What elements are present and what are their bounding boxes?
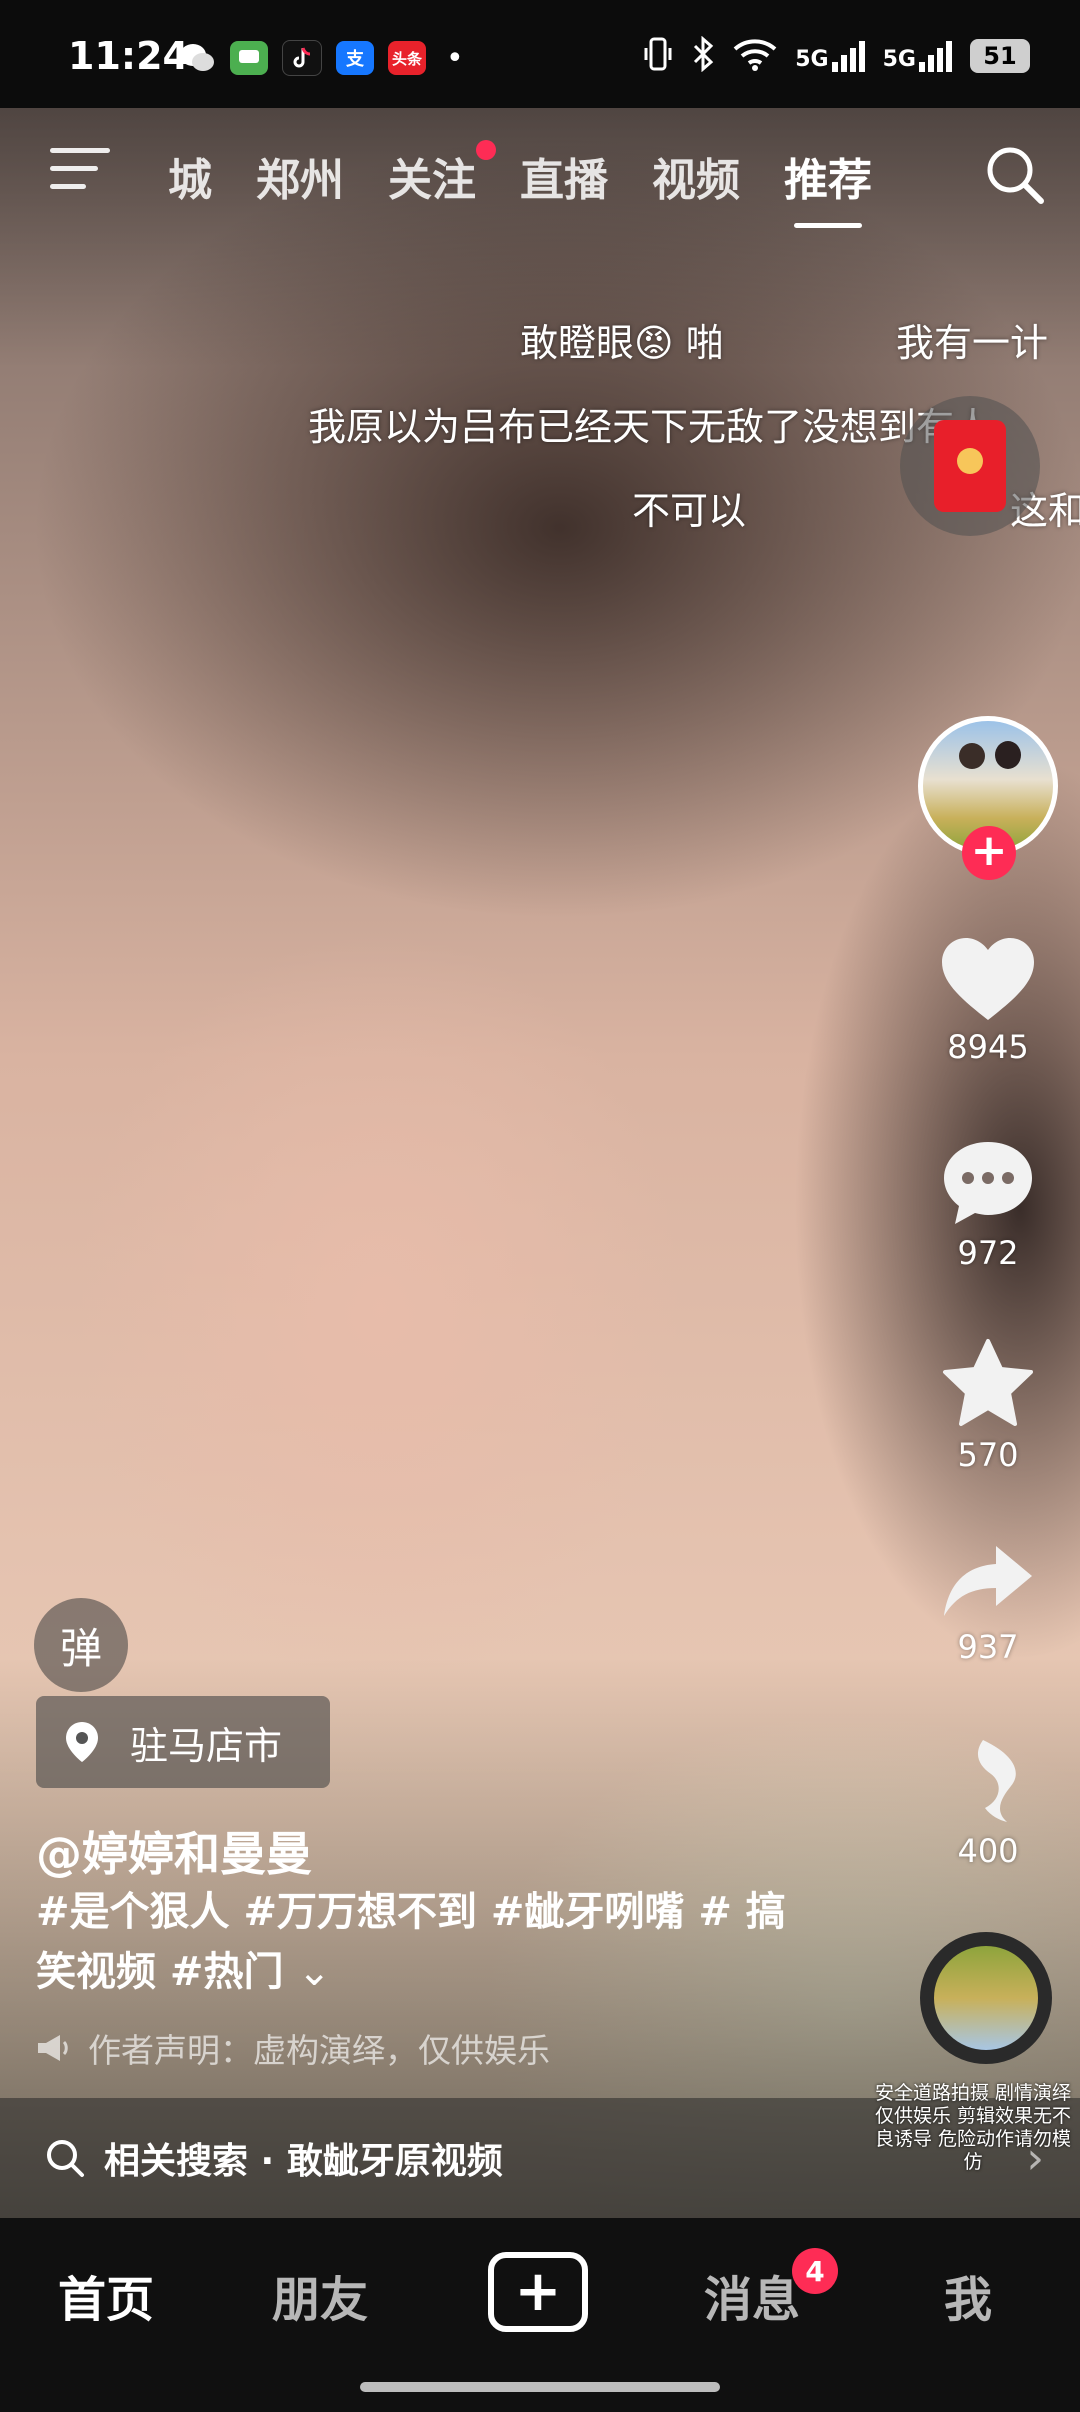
location-label: 驻马店市 (130, 1723, 283, 1768)
author-name[interactable]: @婷婷和曼曼 (36, 1818, 312, 1884)
signal-2: 5G (883, 40, 952, 72)
messages-badge: 4 (792, 2248, 838, 2294)
messages-icon (230, 41, 268, 75)
bottom-nav: 首页 朋友 + 消息 4 我 (0, 2218, 1080, 2412)
search-icon[interactable] (982, 142, 1048, 208)
danmaku-toggle[interactable]: 弹 (34, 1598, 128, 1692)
favorite-count: 570 (957, 1436, 1019, 1474)
nav-me[interactable]: 我 (944, 2260, 992, 2330)
status-right: 5G 5G 51 (643, 35, 1030, 76)
share-icon (944, 1546, 1032, 1616)
tab-following-label: 关注 (388, 155, 476, 206)
share-count: 937 (957, 1628, 1019, 1666)
status-bar: 11:24 支 头条 • 5G 5G 51 (0, 0, 1080, 108)
like-count: 8945 (947, 1028, 1029, 1066)
music-disc[interactable] (920, 1932, 1052, 2064)
danmaku-comment: 我原以为吕布已经天下无敌了没想到有人 (308, 405, 993, 449)
video-description[interactable]: #是个狠人 #万万想不到 #龇牙咧嘴 # 搞笑视频 #热门 ⌄ (36, 1882, 796, 2002)
menu-icon[interactable] (50, 148, 110, 194)
author-notice: 作者声明：虚构演绎，仅供娱乐 (36, 2024, 550, 2072)
more-notifications-dot: • (446, 40, 464, 76)
tiktok-icon (282, 40, 322, 76)
search-icon (47, 2140, 84, 2177)
comment-count: 972 (957, 1234, 1019, 1272)
signal-bars-icon (831, 40, 865, 72)
heart-icon (942, 938, 1034, 1020)
expand-chevron-icon[interactable]: ⌄ (297, 1942, 331, 2002)
danmaku-comment: 不可以 (632, 489, 747, 533)
feed-tabs: 城 郑州 关注 直播 视频 推荐 (168, 140, 872, 228)
description-text: #是个狠人 #万万想不到 #龇牙咧嘴 # 搞笑视频 #热门 (36, 1889, 786, 1995)
comment-icon (944, 1142, 1032, 1224)
wechat-icon (178, 41, 216, 75)
comment-button[interactable]: 972 (920, 1138, 1056, 1272)
status-time: 11:24 (68, 34, 189, 78)
like-button[interactable]: 8945 (920, 936, 1056, 1066)
create-post-button[interactable]: + (488, 2252, 588, 2332)
vibrate-icon (643, 36, 673, 76)
signal-bars-icon (919, 40, 952, 72)
danmaku-comment: 敢瞪眼😡 啪 (520, 321, 724, 365)
bluetooth-icon (691, 35, 715, 76)
tab-city[interactable]: 城 (168, 144, 212, 208)
new-content-dot (476, 140, 496, 160)
tab-following[interactable]: 关注 (388, 140, 496, 208)
star-icon (943, 1339, 1033, 1426)
tab-recommended[interactable]: 推荐 (784, 144, 872, 228)
nav-friends[interactable]: 朋友 (272, 2260, 368, 2330)
toutiao-icon: 头条 (388, 41, 426, 75)
tab-video[interactable]: 视频 (652, 144, 740, 208)
share-button[interactable]: 937 (920, 1542, 1056, 1666)
alipay-icon: 支 (336, 41, 374, 75)
recommend-icon (977, 1740, 1016, 1822)
related-search-text: 相关搜索 · 敢龇牙原视频 (104, 2141, 503, 2182)
tab-live[interactable]: 直播 (520, 144, 608, 208)
location-tag[interactable]: 驻马店市 (36, 1696, 330, 1788)
signal-1: 5G (795, 40, 865, 72)
top-nav: 城 郑州 关注 直播 视频 推荐 (0, 130, 1080, 228)
nav-messages[interactable]: 消息 (704, 2260, 800, 2330)
nav-home[interactable]: 首页 (58, 2260, 154, 2330)
red-packet-button[interactable] (900, 396, 1040, 536)
follow-button[interactable]: + (962, 826, 1016, 880)
recommend-count: 400 (957, 1832, 1019, 1870)
wifi-icon (733, 37, 777, 75)
tab-zhengzhou[interactable]: 郑州 (256, 144, 344, 208)
battery-icon: 51 (970, 39, 1030, 73)
recommend-button[interactable]: 400 (920, 1736, 1056, 1870)
danmaku-comment: 我有一计 (896, 321, 1049, 365)
home-indicator[interactable] (360, 2382, 720, 2392)
signal-2-label: 5G (882, 47, 916, 72)
safety-watermark-text: 安全道路拍摄 剧情演绎仅供娱乐 剪辑效果无不良诱导 危险动作请勿模仿 (874, 2082, 1072, 2173)
megaphone-icon (38, 2035, 68, 2061)
red-envelope-icon (934, 420, 1006, 512)
location-pin-icon (66, 1722, 98, 1762)
signal-1-label: 5G (795, 47, 829, 72)
notice-text: 作者声明：虚构演绎，仅供娱乐 (88, 2031, 550, 2070)
favorite-button[interactable]: 570 (920, 1338, 1056, 1474)
status-app-icons: 支 头条 • (178, 40, 464, 76)
